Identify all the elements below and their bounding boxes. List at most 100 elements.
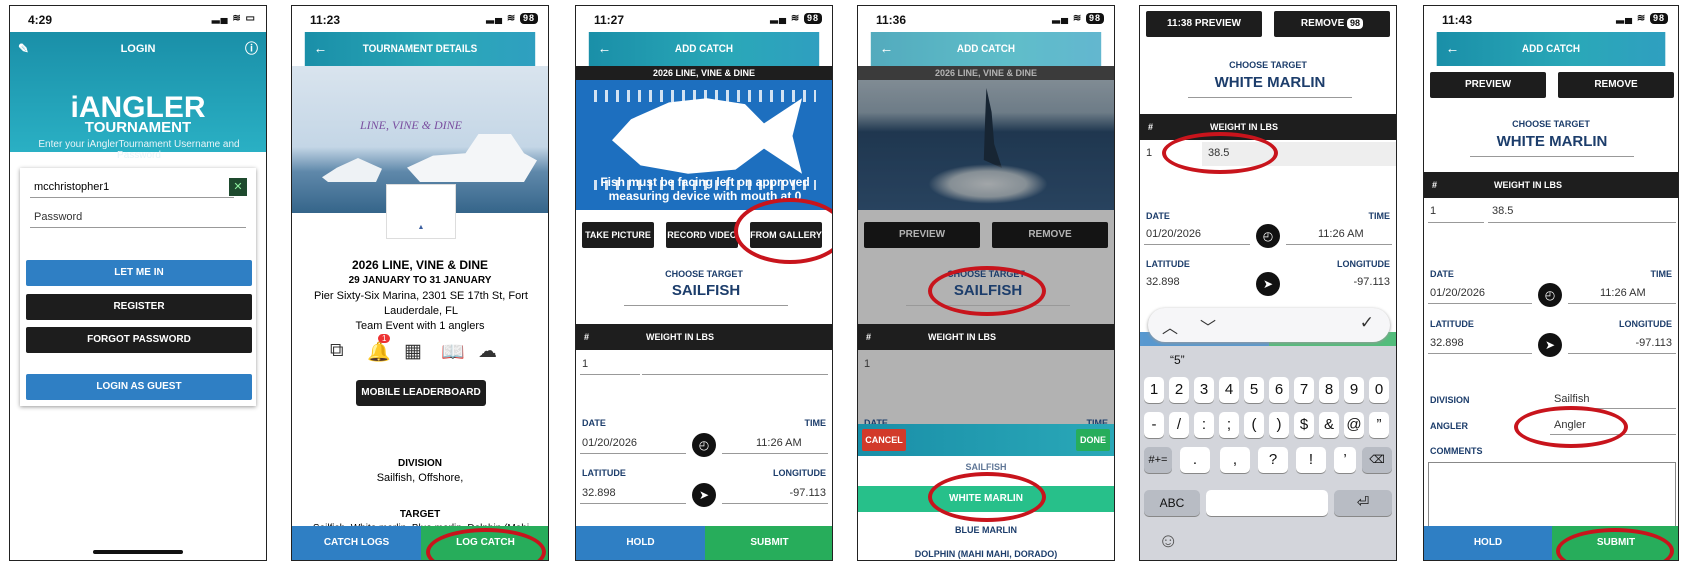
key[interactable]: 0 bbox=[1369, 377, 1389, 403]
num-field[interactable]: 1 bbox=[582, 358, 588, 370]
bell-icon[interactable]: 🔔 bbox=[367, 340, 391, 364]
key[interactable]: #+= bbox=[1144, 447, 1172, 473]
target-select[interactable]: SAILFISH bbox=[624, 282, 788, 306]
info-icon[interactable]: ⓘ bbox=[245, 32, 258, 66]
key[interactable]: ’ bbox=[1334, 447, 1356, 473]
key[interactable]: 1 bbox=[1144, 377, 1164, 403]
clock-icon[interactable]: ◴ bbox=[1538, 283, 1562, 307]
abc-key[interactable]: ABC bbox=[1144, 490, 1200, 516]
date-field[interactable]: 01/20/2026 bbox=[1146, 228, 1201, 240]
time-field[interactable]: 11:26 AM bbox=[1600, 287, 1646, 299]
num-field[interactable]: 1 bbox=[1146, 147, 1152, 159]
key[interactable]: ) bbox=[1269, 412, 1289, 438]
key[interactable]: & bbox=[1319, 412, 1339, 438]
login-as-guest-button[interactable]: LOGIN AS GUEST bbox=[26, 374, 252, 400]
key[interactable]: 5 bbox=[1244, 377, 1264, 403]
back-arrow-icon[interactable]: ← bbox=[598, 32, 612, 66]
done-button[interactable]: DONE bbox=[1076, 429, 1110, 451]
time-field[interactable]: 11:26 AM bbox=[756, 437, 802, 449]
space-key[interactable] bbox=[1206, 490, 1328, 516]
key[interactable]: 3 bbox=[1194, 377, 1214, 403]
key[interactable]: ( bbox=[1244, 412, 1264, 438]
key[interactable]: ; bbox=[1219, 412, 1239, 438]
remove-button[interactable]: REMOVE 98 bbox=[1274, 11, 1390, 37]
key[interactable]: . bbox=[1180, 447, 1210, 473]
key[interactable]: 9 bbox=[1344, 377, 1364, 403]
comments-textarea[interactable] bbox=[1428, 462, 1676, 528]
tournament-logo-thumb: ▲ bbox=[386, 184, 456, 239]
picker-option-2[interactable]: BLUE MARLIN bbox=[858, 525, 1114, 535]
target-select[interactable]: WHITE MARLIN bbox=[1188, 74, 1352, 98]
backspace-key[interactable]: ⌫ bbox=[1362, 447, 1392, 473]
copy-icon[interactable]: ⧉ bbox=[330, 340, 344, 362]
key[interactable]: 4 bbox=[1219, 377, 1239, 403]
edit-icon[interactable]: ✎ bbox=[18, 32, 29, 66]
return-key[interactable]: ⏎ bbox=[1334, 490, 1392, 516]
location-arrow-icon[interactable]: ➤ bbox=[692, 483, 716, 507]
keyboard-suggestion[interactable]: “5” bbox=[1170, 353, 1185, 367]
division-field[interactable]: Sailfish bbox=[1554, 393, 1589, 405]
checkmark-icon[interactable]: ✓ bbox=[1360, 313, 1374, 333]
back-arrow-icon[interactable]: ← bbox=[1446, 32, 1460, 66]
date-field[interactable]: 01/20/2026 bbox=[582, 437, 637, 449]
longitude-field[interactable]: -97.113 bbox=[790, 487, 827, 499]
num-field[interactable]: 1 bbox=[864, 358, 870, 370]
register-button[interactable]: REGISTER bbox=[26, 294, 252, 320]
key[interactable]: , bbox=[1220, 447, 1250, 473]
location-arrow-icon[interactable]: ➤ bbox=[1256, 272, 1280, 296]
preview-button[interactable]: 11:38 PREVIEW bbox=[1146, 11, 1262, 37]
picker-option-0[interactable]: SAILFISH bbox=[858, 462, 1114, 472]
location-arrow-icon[interactable]: ➤ bbox=[1538, 333, 1562, 357]
key[interactable]: / bbox=[1169, 412, 1189, 438]
password-field[interactable]: Password bbox=[30, 206, 246, 228]
let-me-in-button[interactable]: LET ME IN bbox=[26, 260, 252, 286]
key[interactable]: 2 bbox=[1169, 377, 1189, 403]
hold-button[interactable]: HOLD bbox=[576, 526, 705, 560]
longitude-field[interactable]: -97.113 bbox=[1354, 276, 1391, 288]
clear-icon[interactable]: ✕ bbox=[229, 178, 247, 196]
preview-button[interactable]: PREVIEW bbox=[1430, 72, 1546, 98]
key[interactable]: - bbox=[1144, 412, 1164, 438]
longitude-label: LONGITUDE bbox=[1619, 319, 1672, 329]
clock-icon[interactable]: ◴ bbox=[692, 433, 716, 457]
username-field[interactable]: mcchristopher1 bbox=[30, 176, 234, 198]
date-field[interactable]: 01/20/2026 bbox=[1430, 287, 1485, 299]
catch-logs-button[interactable]: CATCH LOGS bbox=[292, 526, 421, 560]
num-field[interactable]: 1 bbox=[1430, 205, 1436, 217]
key[interactable]: ! bbox=[1296, 447, 1326, 473]
target-select[interactable]: WHITE MARLIN bbox=[1470, 133, 1634, 157]
latitude-field[interactable]: 32.898 bbox=[582, 487, 616, 499]
emoji-icon[interactable]: ☺ bbox=[1158, 530, 1178, 553]
longitude-field[interactable]: -97.113 bbox=[1636, 337, 1673, 349]
back-arrow-icon[interactable]: ← bbox=[314, 32, 328, 66]
back-arrow-icon[interactable]: ← bbox=[880, 32, 894, 66]
chevron-up-icon[interactable]: ︿ bbox=[1162, 314, 1178, 338]
key[interactable]: $ bbox=[1294, 412, 1314, 438]
weight-field[interactable]: 38.5 bbox=[1492, 205, 1513, 217]
key[interactable]: ? bbox=[1258, 447, 1288, 473]
picker-option-3[interactable]: DOLPHIN (MAHI MAHI, DORADO) bbox=[858, 549, 1114, 559]
key[interactable]: 6 bbox=[1269, 377, 1289, 403]
mobile-leaderboard-button[interactable]: MOBILE LEADERBOARD bbox=[356, 380, 486, 406]
key[interactable]: @ bbox=[1344, 412, 1364, 438]
app-header: ← ADD CATCH bbox=[870, 32, 1102, 66]
key[interactable]: ” bbox=[1369, 412, 1389, 438]
take-picture-button[interactable]: TAKE PICTURE bbox=[582, 222, 654, 248]
calendar-icon[interactable]: ▦ bbox=[404, 340, 422, 363]
time-field[interactable]: 11:26 AM bbox=[1318, 228, 1364, 240]
remove-button[interactable]: REMOVE bbox=[1558, 72, 1674, 98]
record-video-button[interactable]: RECORD VIDEO bbox=[666, 222, 738, 248]
clock-icon[interactable]: ◴ bbox=[1256, 224, 1280, 248]
key[interactable]: 7 bbox=[1294, 377, 1314, 403]
latitude-field[interactable]: 32.898 bbox=[1430, 337, 1464, 349]
key[interactable]: : bbox=[1194, 412, 1214, 438]
book-icon[interactable]: 📖 bbox=[441, 340, 465, 364]
hold-button[interactable]: HOLD bbox=[1424, 526, 1552, 560]
key[interactable]: 8 bbox=[1319, 377, 1339, 403]
cancel-button[interactable]: CANCEL bbox=[862, 429, 906, 451]
latitude-field[interactable]: 32.898 bbox=[1146, 276, 1180, 288]
submit-button[interactable]: SUBMIT bbox=[705, 526, 832, 560]
cloud-icon[interactable]: ☁ bbox=[478, 340, 497, 363]
chevron-down-icon[interactable]: ﹀ bbox=[1200, 314, 1216, 338]
forgot-password-button[interactable]: FORGOT PASSWORD bbox=[26, 327, 252, 353]
